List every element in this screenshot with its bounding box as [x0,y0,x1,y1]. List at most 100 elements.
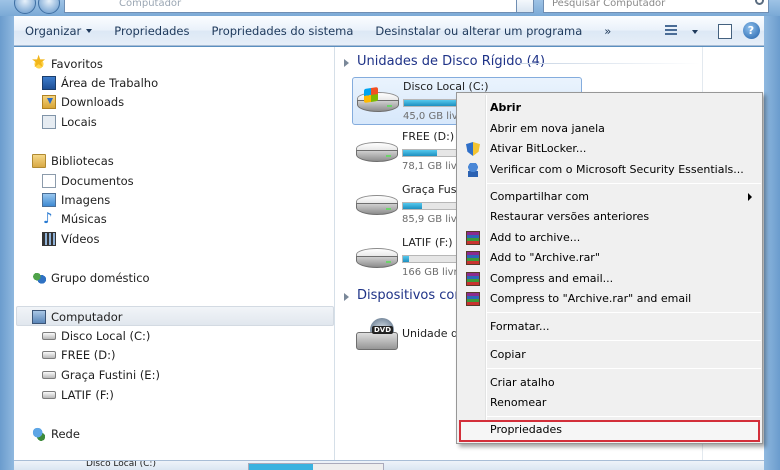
windows-drive-icon [357,87,399,116]
hdd-group-header[interactable]: Unidades de Disco Rígido (4) [344,54,545,69]
command-bar: Organizar Propriedades Propriedades do s… [14,16,764,46]
nav-homegroup-label: Grupo doméstico [51,271,150,285]
nav-music-label: Músicas [61,212,107,226]
chevron-down-icon [692,29,698,34]
security-essentials-icon [466,163,480,177]
properties-button[interactable]: Propriedades [103,20,200,42]
removable-group-header[interactable]: Dispositivos com [344,288,467,303]
menu-separator [487,368,761,369]
drive-icon [42,371,56,379]
submenu-arrow-icon [748,193,752,201]
menu-item-restore-versions[interactable]: Restaurar versões anteriores [459,207,760,227]
preview-pane-icon[interactable] [712,20,738,42]
pictures-icon [42,193,56,207]
menu-separator [487,183,761,184]
drive-name: FREE (D:) [402,130,455,143]
menu-item-label: Ativar BitLocker... [490,142,587,155]
drive-icon [42,351,56,359]
organize-button[interactable]: Organizar [14,20,103,42]
context-menu: Abrir Abrir em nova janela Ativar BitLoc… [456,92,763,444]
menu-item-compress-rar-email[interactable]: Compress to "Archive.rar" and email [459,289,760,309]
help-icon: ? [742,22,760,39]
menu-item-label: Compartilhar com [490,190,590,203]
drive-free-space: 166 GB livre [402,267,464,278]
back-button[interactable] [14,0,36,14]
menu-item-label: Compress to "Archive.rar" and email [490,292,692,305]
recent-places-icon [42,115,56,129]
videos-icon [42,232,56,246]
group-divider [520,63,700,64]
nav-drive-c-label: Disco Local (C:) [61,329,151,343]
more-commands-button[interactable]: » [593,20,622,42]
music-icon [42,208,56,228]
drive-usage-fill [403,150,437,156]
menu-item-open-new-window[interactable]: Abrir em nova janela [459,119,760,139]
documents-icon [42,174,56,188]
menu-item-add-archive[interactable]: Add to archive... [459,228,760,248]
nav-drive-e-label: Graça Fustini (E:) [61,368,160,382]
refresh-button[interactable] [516,0,534,13]
winrar-icon [466,251,480,265]
menu-separator [487,312,761,313]
menu-item-label: Abrir em nova janela [490,122,605,135]
change-view-icon[interactable] [660,20,686,42]
menu-item-properties[interactable]: Propriedades [459,420,760,442]
menu-item-create-shortcut[interactable]: Criar atalho [459,373,760,393]
dvd-drive-icon: DVD [356,318,398,352]
menu-item-open[interactable]: Abrir [459,98,760,118]
window-frame-left [0,16,14,470]
hard-drive-icon [356,138,398,166]
menu-item-label: Criar atalho [490,376,555,389]
forward-button[interactable] [38,0,60,14]
search-input[interactable]: Pesquisar Computador [543,0,769,13]
view-options-button[interactable] [686,20,712,42]
organize-label: Organizar [25,23,82,38]
menu-item-copy[interactable]: Copiar [459,345,760,365]
status-usage-bar [248,463,384,470]
nav-computer-label: Computador [51,310,123,324]
menu-item-compress-email[interactable]: Compress and email... [459,269,760,289]
drive-icon [42,391,56,399]
system-properties-button[interactable]: Propriedades do sistema [201,20,365,42]
uninstall-program-button[interactable]: Desinstalar ou alterar um programa [364,20,593,42]
uac-shield-icon [466,142,480,156]
menu-item-label: Formatar... [490,320,550,333]
nav-images-label: Imagens [61,193,111,207]
nav-videos-label: Vídeos [61,232,100,246]
menu-separator [487,416,761,417]
network-icon [32,427,46,441]
search-icon[interactable] [755,0,764,5]
menu-item-label: Verificar com o Microsoft Security Essen… [490,163,744,176]
help-button[interactable]: ? [738,20,764,42]
address-text: Computador [119,0,182,9]
menu-item-rename[interactable]: Renomear [459,393,760,413]
menu-item-label: Propriedades [490,423,562,436]
hdd-group-label: Unidades de Disco Rígido (4) [357,54,546,69]
menu-item-add-archive-rar[interactable]: Add to "Archive.rar" [459,248,760,268]
removable-group-label: Dispositivos com [357,288,468,303]
nav-drive-f-label: LATIF (F:) [61,388,114,402]
nav-favorites-label: Favoritos [51,57,103,71]
libraries-icon [32,154,46,168]
star-icon [31,52,46,72]
nav-network-label: Rede [51,427,80,441]
menu-item-format[interactable]: Formatar... [459,317,760,337]
title-bar: Computador Pesquisar Computador [0,0,780,16]
status-bar: Disco Local (C:) [14,460,764,470]
menu-item-share-with[interactable]: Compartilhar com [459,187,760,207]
menu-item-label: Compress and email... [490,272,614,285]
drive-usage-fill [403,256,409,262]
drive-usage-fill [403,203,422,209]
menu-item-bitlocker[interactable]: Ativar BitLocker... [459,139,760,159]
search-placeholder: Pesquisar Computador [552,0,666,9]
nav-libraries-label: Bibliotecas [51,154,114,168]
winrar-icon [466,292,480,306]
address-bar[interactable]: Computador [64,0,534,13]
winrar-icon [466,231,480,245]
winrar-icon [466,272,480,286]
downloads-folder-icon [42,95,56,109]
windows-logo-icon [364,87,378,103]
menu-item-label: Copiar [490,348,526,361]
drive-name: LATIF (F:) [402,236,453,249]
menu-item-mse-scan[interactable]: Verificar com o Microsoft Security Essen… [459,160,760,180]
